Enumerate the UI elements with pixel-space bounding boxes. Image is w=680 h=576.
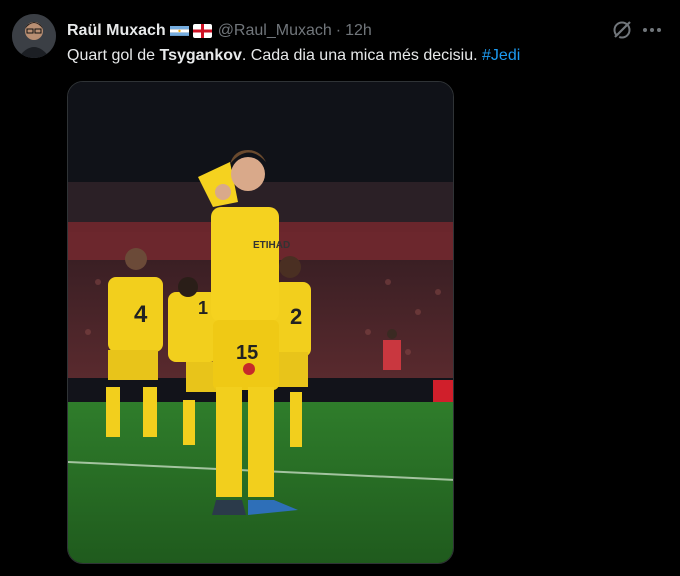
tweet-text-bold: Tsygankov	[159, 47, 242, 64]
argentina-flag-icon	[169, 24, 189, 38]
author-handle[interactable]: @Raul_Muxach	[218, 22, 332, 40]
tweet-text-part2: . Cada dia una mica més decisiu.	[241, 47, 483, 64]
more-options-icon[interactable]	[640, 20, 664, 40]
tweet-header: Raül Muxach @Raul_Muxach · 12h	[67, 20, 372, 42]
jersey-number-15: 15	[236, 342, 258, 364]
tweet-text-part1: Quart gol de	[67, 47, 160, 64]
hashtag-link[interactable]: #Jedi	[482, 47, 520, 64]
tweet[interactable]: Raül Muxach @Raul_Muxach · 12h Quart gol…	[0, 0, 680, 576]
author-avatar[interactable]	[12, 14, 56, 58]
jersey-number-4: 4	[134, 301, 148, 328]
jersey-number-2: 2	[290, 304, 302, 329]
tweet-media-photo[interactable]: 4 1 2 ETIHAD 15	[67, 81, 454, 564]
timestamp[interactable]: 12h	[345, 22, 372, 40]
tweet-text: Quart gol de Tsygankov. Cada dia una mic…	[67, 46, 520, 66]
grok-icon[interactable]	[611, 19, 633, 41]
shirt-sponsor: ETIHAD	[253, 240, 290, 251]
author-name[interactable]: Raül Muxach	[67, 22, 166, 40]
separator-dot: ·	[335, 22, 342, 39]
jersey-number-1: 1	[198, 298, 208, 318]
england-flag-icon	[192, 24, 212, 38]
